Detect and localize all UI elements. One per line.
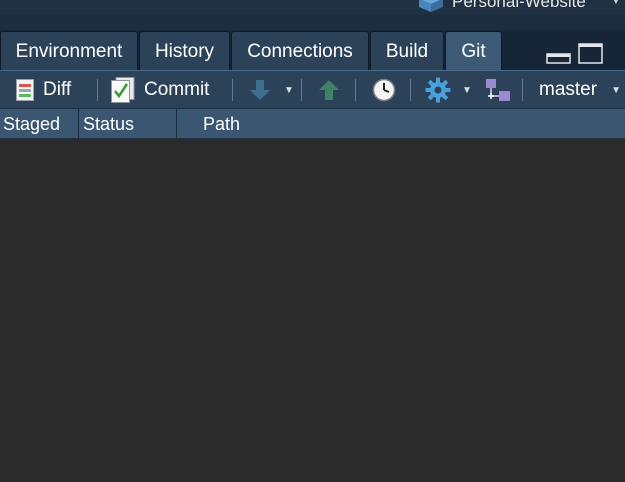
commit-icon — [111, 77, 135, 103]
push-arrow-up-icon — [319, 80, 339, 100]
chevron-down-icon: ▼ — [284, 84, 294, 96]
git-toolbar: Diff Commit ▼ ▼ master ▼ — [0, 70, 625, 108]
pull-options-dropdown[interactable]: ▼ — [284, 71, 294, 109]
tab-strip-band — [0, 14, 625, 30]
column-header-staged[interactable]: Staged — [3, 109, 78, 138]
changes-list[interactable] — [0, 139, 625, 482]
branch-selector[interactable]: master ▼ — [539, 71, 621, 109]
toolbar-separator — [232, 79, 233, 101]
project-name[interactable]: Personal-Website — [452, 0, 586, 12]
history-button[interactable] — [372, 71, 396, 109]
settings-options-dropdown[interactable]: ▼ — [462, 71, 472, 109]
toolbar-separator — [97, 79, 98, 101]
diff-label: Diff — [43, 79, 72, 100]
pull-arrow-down-icon — [250, 80, 270, 100]
toolbar-separator — [301, 79, 302, 101]
tab-label: Connections — [247, 41, 353, 62]
toolbar-separator — [410, 79, 411, 101]
chevron-down-icon: ▼ — [462, 84, 472, 96]
tab-label: Environment — [15, 41, 123, 62]
changes-table-header: Staged Status Path — [0, 108, 625, 139]
maximize-pane-icon[interactable] — [578, 43, 604, 65]
toolbar-separator — [355, 79, 356, 101]
tab-label: History — [154, 41, 215, 62]
column-header-path[interactable]: Path — [176, 109, 625, 138]
gear-icon — [425, 77, 451, 103]
minimize-pane-icon[interactable] — [546, 50, 572, 66]
push-button[interactable] — [318, 71, 340, 109]
project-bar: Personal-Website ▼ — [0, 0, 625, 14]
diff-button[interactable]: Diff — [16, 71, 71, 109]
column-header-status[interactable]: Status — [78, 109, 176, 138]
tab-label: Build — [385, 41, 429, 62]
pane-tab-strip: Environment History Connections Build Gi… — [0, 14, 625, 84]
new-branch-button[interactable] — [485, 71, 511, 109]
tab-label: Git — [461, 41, 486, 62]
project-menu-chevron-icon[interactable]: ▼ — [611, 0, 621, 7]
new-branch-icon — [486, 79, 510, 101]
commit-button[interactable]: Commit — [111, 71, 209, 109]
pull-button[interactable] — [249, 71, 271, 109]
diff-icon — [16, 79, 34, 101]
toolbar-separator — [522, 79, 523, 101]
current-branch: master — [539, 79, 598, 100]
commit-label: Commit — [144, 79, 210, 100]
settings-button[interactable] — [425, 71, 451, 109]
project-cube-icon[interactable] — [418, 0, 444, 12]
history-clock-icon — [372, 78, 396, 102]
chevron-down-icon: ▼ — [611, 84, 621, 96]
